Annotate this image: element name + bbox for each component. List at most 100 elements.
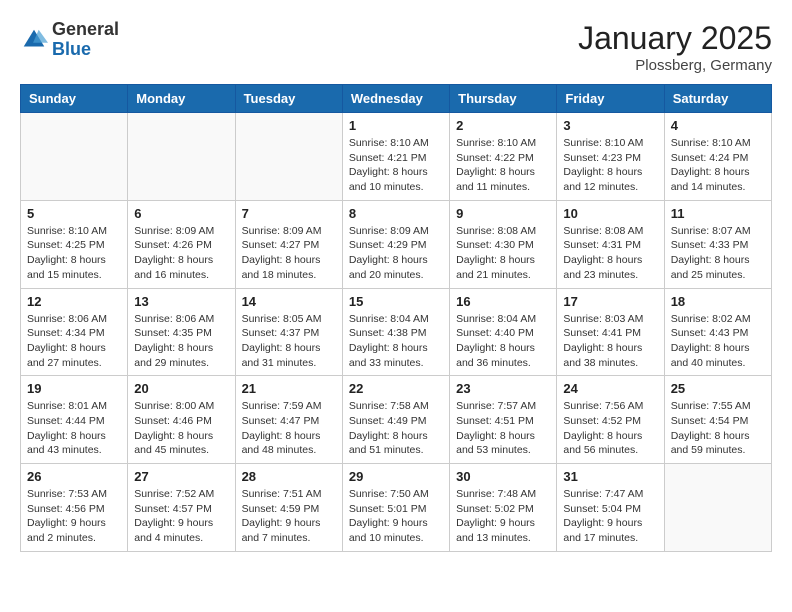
calendar-cell: 17 Sunrise: 8:03 AM Sunset: 4:41 PM Dayli… [557, 288, 664, 376]
day-number: 9 [456, 206, 550, 221]
day-number: 19 [27, 381, 121, 396]
calendar-cell [128, 113, 235, 201]
day-info: Sunrise: 8:02 AM Sunset: 4:43 PM Dayligh… [671, 312, 765, 371]
page-header: General Blue January 2025 Plossberg, Ger… [20, 20, 772, 74]
calendar-cell: 23 Sunrise: 7:57 AM Sunset: 4:51 PM Dayli… [450, 376, 557, 464]
logo-general: General [52, 19, 119, 39]
logo: General Blue [20, 20, 119, 60]
week-row-4: 19Sunrise: 8:01 AM Sunset: 4:44 PM Dayli… [21, 376, 772, 464]
day-info: Sunrise: 7:48 AM Sunset: 5:02 PM Dayligh… [456, 487, 550, 546]
day-info: Sunrise: 8:08 AM Sunset: 4:31 PM Dayligh… [563, 224, 657, 283]
day-info: Sunrise: 8:10 AM Sunset: 4:21 PM Dayligh… [349, 136, 443, 195]
day-number: 6 [134, 206, 228, 221]
day-number: 30 [456, 469, 550, 484]
day-info: Sunrise: 8:09 AM Sunset: 4:27 PM Dayligh… [242, 224, 336, 283]
day-info: Sunrise: 7:47 AM Sunset: 5:04 PM Dayligh… [563, 487, 657, 546]
calendar-table: SundayMondayTuesdayWednesdayThursdayFrid… [20, 84, 772, 552]
day-number: 22 [349, 381, 443, 396]
day-info: Sunrise: 8:06 AM Sunset: 4:34 PM Dayligh… [27, 312, 121, 371]
day-number: 10 [563, 206, 657, 221]
day-number: 5 [27, 206, 121, 221]
calendar-cell: 28Sunrise: 7:51 AM Sunset: 4:59 PM Dayli… [235, 464, 342, 552]
day-number: 31 [563, 469, 657, 484]
calendar-cell: 29 Sunrise: 7:50 AM Sunset: 5:01 PM Dayli… [342, 464, 449, 552]
day-info: Sunrise: 8:10 AM Sunset: 4:22 PM Dayligh… [456, 136, 550, 195]
calendar-cell: 24 Sunrise: 7:56 AM Sunset: 4:52 PM Dayli… [557, 376, 664, 464]
day-number: 15 [349, 294, 443, 309]
day-number: 17 [563, 294, 657, 309]
header-monday: Monday [128, 85, 235, 113]
day-number: 11 [671, 206, 765, 221]
calendar-cell: 27Sunrise: 7:52 AM Sunset: 4:57 PM Dayli… [128, 464, 235, 552]
calendar-cell: 13 Sunrise: 8:06 AM Sunset: 4:35 PM Dayli… [128, 288, 235, 376]
day-number: 8 [349, 206, 443, 221]
header-thursday: Thursday [450, 85, 557, 113]
day-info: Sunrise: 8:06 AM Sunset: 4:35 PM Dayligh… [134, 312, 228, 371]
day-number: 21 [242, 381, 336, 396]
calendar-cell: 4 Sunrise: 8:10 AM Sunset: 4:24 PM Daylig… [664, 113, 771, 201]
day-number: 29 [349, 469, 443, 484]
calendar-cell: 21 Sunrise: 7:59 AM Sunset: 4:47 PM Dayli… [235, 376, 342, 464]
calendar-cell: 1Sunrise: 8:10 AM Sunset: 4:21 PM Daylig… [342, 113, 449, 201]
day-number: 14 [242, 294, 336, 309]
month-title: January 2025 [578, 20, 772, 57]
day-info: Sunrise: 7:52 AM Sunset: 4:57 PM Dayligh… [134, 487, 228, 546]
day-number: 4 [671, 118, 765, 133]
week-row-1: 1Sunrise: 8:10 AM Sunset: 4:21 PM Daylig… [21, 113, 772, 201]
day-info: Sunrise: 8:10 AM Sunset: 4:24 PM Dayligh… [671, 136, 765, 195]
calendar-cell: 5 Sunrise: 8:10 AM Sunset: 4:25 PM Daylig… [21, 200, 128, 288]
header-wednesday: Wednesday [342, 85, 449, 113]
calendar-cell [21, 113, 128, 201]
calendar-cell: 7 Sunrise: 8:09 AM Sunset: 4:27 PM Daylig… [235, 200, 342, 288]
day-number: 28 [242, 469, 336, 484]
logo-icon [20, 26, 48, 54]
calendar-cell: 25Sunrise: 7:55 AM Sunset: 4:54 PM Dayli… [664, 376, 771, 464]
calendar-header-row: SundayMondayTuesdayWednesdayThursdayFrid… [21, 85, 772, 113]
day-info: Sunrise: 8:10 AM Sunset: 4:23 PM Dayligh… [563, 136, 657, 195]
calendar-cell: 26Sunrise: 7:53 AM Sunset: 4:56 PM Dayli… [21, 464, 128, 552]
week-row-2: 5 Sunrise: 8:10 AM Sunset: 4:25 PM Daylig… [21, 200, 772, 288]
day-info: Sunrise: 8:08 AM Sunset: 4:30 PM Dayligh… [456, 224, 550, 283]
calendar-cell: 30 Sunrise: 7:48 AM Sunset: 5:02 PM Dayli… [450, 464, 557, 552]
calendar-cell: 11 Sunrise: 8:07 AM Sunset: 4:33 PM Dayli… [664, 200, 771, 288]
day-info: Sunrise: 7:58 AM Sunset: 4:49 PM Dayligh… [349, 399, 443, 458]
calendar-cell: 18Sunrise: 8:02 AM Sunset: 4:43 PM Dayli… [664, 288, 771, 376]
day-number: 2 [456, 118, 550, 133]
day-number: 12 [27, 294, 121, 309]
calendar-cell: 2 Sunrise: 8:10 AM Sunset: 4:22 PM Daylig… [450, 113, 557, 201]
day-info: Sunrise: 7:53 AM Sunset: 4:56 PM Dayligh… [27, 487, 121, 546]
calendar-cell: 8Sunrise: 8:09 AM Sunset: 4:29 PM Daylig… [342, 200, 449, 288]
day-info: Sunrise: 8:07 AM Sunset: 4:33 PM Dayligh… [671, 224, 765, 283]
day-number: 7 [242, 206, 336, 221]
day-info: Sunrise: 8:03 AM Sunset: 4:41 PM Dayligh… [563, 312, 657, 371]
day-number: 20 [134, 381, 228, 396]
calendar-cell: 10 Sunrise: 8:08 AM Sunset: 4:31 PM Dayli… [557, 200, 664, 288]
day-info: Sunrise: 7:50 AM Sunset: 5:01 PM Dayligh… [349, 487, 443, 546]
day-number: 23 [456, 381, 550, 396]
day-info: Sunrise: 8:09 AM Sunset: 4:26 PM Dayligh… [134, 224, 228, 283]
calendar-cell: 15Sunrise: 8:04 AM Sunset: 4:38 PM Dayli… [342, 288, 449, 376]
week-row-3: 12 Sunrise: 8:06 AM Sunset: 4:34 PM Dayli… [21, 288, 772, 376]
calendar-cell: 16 Sunrise: 8:04 AM Sunset: 4:40 PM Dayli… [450, 288, 557, 376]
location-title: Plossberg, Germany [578, 57, 772, 74]
calendar-cell: 6 Sunrise: 8:09 AM Sunset: 4:26 PM Daylig… [128, 200, 235, 288]
day-info: Sunrise: 8:04 AM Sunset: 4:40 PM Dayligh… [456, 312, 550, 371]
day-info: Sunrise: 8:10 AM Sunset: 4:25 PM Dayligh… [27, 224, 121, 283]
day-number: 24 [563, 381, 657, 396]
calendar-cell: 31 Sunrise: 7:47 AM Sunset: 5:04 PM Dayli… [557, 464, 664, 552]
calendar-cell [235, 113, 342, 201]
calendar-cell: 19Sunrise: 8:01 AM Sunset: 4:44 PM Dayli… [21, 376, 128, 464]
day-number: 16 [456, 294, 550, 309]
calendar-cell: 14 Sunrise: 8:05 AM Sunset: 4:37 PM Dayli… [235, 288, 342, 376]
header-tuesday: Tuesday [235, 85, 342, 113]
calendar-cell: 20Sunrise: 8:00 AM Sunset: 4:46 PM Dayli… [128, 376, 235, 464]
calendar-cell: 3Sunrise: 8:10 AM Sunset: 4:23 PM Daylig… [557, 113, 664, 201]
day-info: Sunrise: 7:56 AM Sunset: 4:52 PM Dayligh… [563, 399, 657, 458]
day-number: 13 [134, 294, 228, 309]
day-info: Sunrise: 7:59 AM Sunset: 4:47 PM Dayligh… [242, 399, 336, 458]
day-info: Sunrise: 8:05 AM Sunset: 4:37 PM Dayligh… [242, 312, 336, 371]
logo-text: General Blue [52, 20, 119, 60]
week-row-5: 26Sunrise: 7:53 AM Sunset: 4:56 PM Dayli… [21, 464, 772, 552]
day-info: Sunrise: 7:57 AM Sunset: 4:51 PM Dayligh… [456, 399, 550, 458]
header-sunday: Sunday [21, 85, 128, 113]
